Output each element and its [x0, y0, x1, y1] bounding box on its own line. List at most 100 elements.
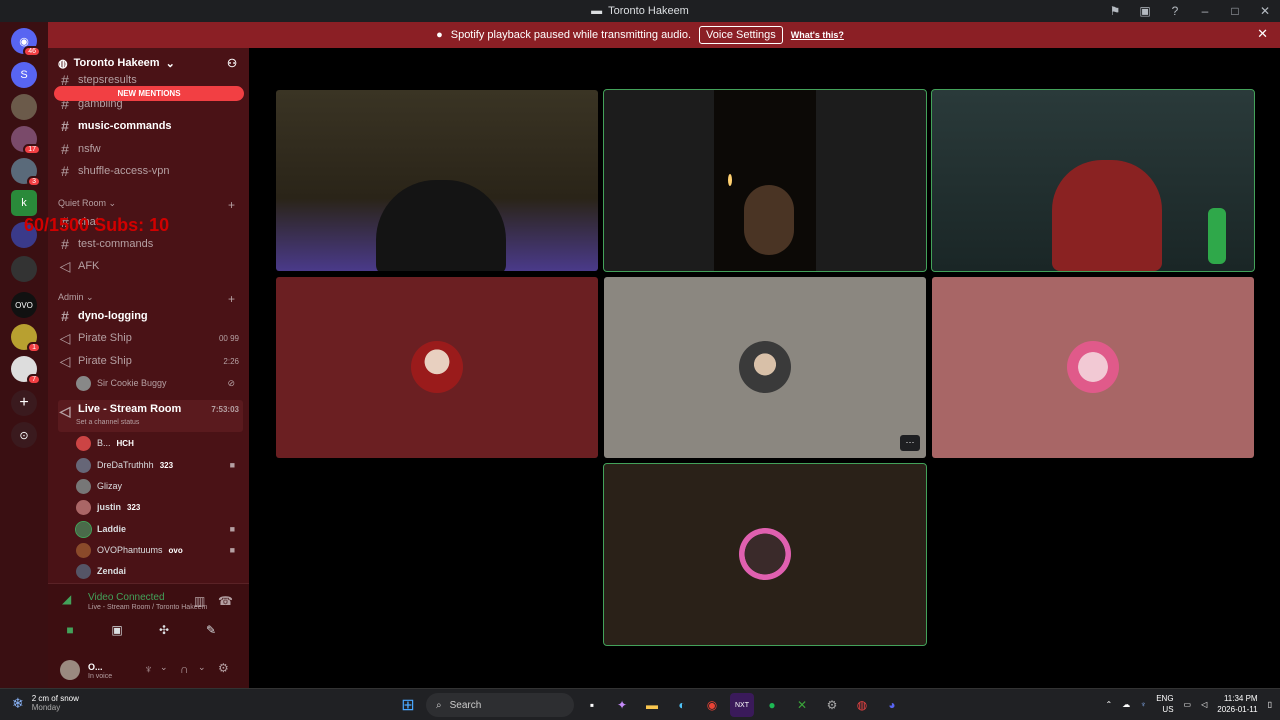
voice-user[interactable]: OVOPhantuums ovo ■	[76, 541, 241, 559]
edge-icon[interactable]: ◐	[670, 693, 694, 717]
add-server-icon[interactable]: +	[11, 390, 37, 416]
channel-item[interactable]: # shuffle-access-vpn	[58, 161, 243, 181]
copilot-icon[interactable]: ✦	[610, 693, 634, 717]
voice-user[interactable]: DreDaTruthhh 323 ■	[76, 456, 241, 474]
server-icon[interactable]	[11, 94, 37, 120]
add-channel-icon[interactable]: +	[228, 198, 235, 212]
video-tile[interactable]	[603, 463, 927, 646]
microphone-icon[interactable]: ♆	[1140, 700, 1146, 709]
voice-user[interactable]: Sir Cookie Buggy ⊘	[76, 374, 241, 392]
server-icon[interactable]: 1	[11, 324, 41, 353]
windows-taskbar: ❄ 2 cm of snow Monday ⊞ ⌕ Search ▪ ✦ ▬ ◐…	[0, 688, 1280, 720]
voice-user[interactable]: Zendai	[76, 562, 241, 580]
chevron-down-icon[interactable]: ⌄	[198, 662, 206, 673]
weather-widget[interactable]: ❄ 2 cm of snow Monday	[12, 694, 79, 712]
avatar[interactable]	[60, 660, 80, 680]
close-notice-icon[interactable]: ✕	[1257, 26, 1268, 42]
server-icon[interactable]: OVO	[11, 292, 37, 318]
channel-item[interactable]: # dyno-logging	[58, 306, 243, 326]
maximize-button[interactable]: □	[1220, 4, 1250, 18]
chrome-icon[interactable]: ◉	[700, 693, 724, 717]
voice-user[interactable]: B... HCH	[76, 434, 241, 452]
server-icon[interactable]: 17	[11, 126, 41, 155]
add-channel-icon[interactable]: +	[228, 292, 235, 306]
chevron-down-icon[interactable]: ⌄	[160, 662, 168, 673]
voice-channel-item[interactable]: ◁ Pirate Ship 00 99	[58, 328, 243, 348]
new-mentions-pill[interactable]: NEW MENTIONS	[54, 86, 244, 101]
minimize-button[interactable]: –	[1190, 4, 1220, 18]
server-badge: 3	[27, 176, 41, 187]
channel-item[interactable]: # test-commands	[58, 234, 243, 254]
video-camera-icon: ■	[229, 524, 235, 534]
home-button[interactable]: ◉ 46	[11, 28, 41, 57]
video-tile[interactable]	[276, 277, 598, 458]
participant-video	[376, 180, 506, 271]
video-camera-icon: ■	[229, 460, 235, 470]
screen-icon[interactable]: ▣	[1130, 4, 1160, 18]
app-icon[interactable]: ◍	[850, 693, 874, 717]
volume-icon[interactable]: ◁	[1201, 700, 1207, 709]
voice-channel-item[interactable]: ◁ AFK	[58, 256, 243, 276]
channel-status[interactable]: Set a channel status	[76, 419, 139, 426]
video-tile[interactable]	[603, 89, 927, 272]
video-tile[interactable]: ···	[604, 277, 926, 458]
category-quiet-room[interactable]: Quiet Room ⌄ +	[58, 198, 243, 212]
video-tile[interactable]	[932, 277, 1254, 458]
network-icon[interactable]: ▭	[1184, 700, 1192, 709]
whats-this-link[interactable]: What's this?	[791, 30, 844, 40]
add-member-icon[interactable]: ⚇	[227, 57, 237, 70]
hash-icon: #	[61, 236, 69, 252]
discord-icon[interactable]: ◕	[880, 693, 904, 717]
category-admin[interactable]: Admin ⌄ +	[58, 292, 243, 306]
microphone-icon[interactable]: ♆	[144, 662, 153, 676]
discover-icon[interactable]: ⊙	[11, 422, 37, 448]
help-icon[interactable]: ?	[1160, 4, 1190, 18]
notifications-icon[interactable]: ▯	[1268, 700, 1272, 709]
voice-status-subtitle[interactable]: Live - Stream Room / Toronto Hakeem	[88, 604, 207, 611]
file-explorer-icon[interactable]: ▬	[640, 693, 664, 717]
taskbar-search[interactable]: ⌕ Search	[426, 693, 574, 717]
server-icon[interactable]: S	[11, 62, 37, 88]
clock[interactable]: 11:34 PM 2026-01-11	[1217, 693, 1257, 715]
settings-icon[interactable]: ⚙	[820, 693, 844, 717]
soundboard-button[interactable]: ✎	[191, 618, 231, 642]
video-tile[interactable]	[276, 90, 598, 271]
video-tile[interactable]	[931, 89, 1255, 272]
candle-flame	[728, 174, 732, 186]
xbox-icon[interactable]: ✕	[790, 693, 814, 717]
start-button[interactable]: ⊞	[396, 693, 420, 717]
activities-button[interactable]: ✣	[144, 618, 184, 642]
channel-item[interactable]: # music-commands	[58, 116, 243, 136]
cloud-off-icon[interactable]: ☁	[1122, 700, 1130, 709]
close-window-button[interactable]: ✕	[1250, 4, 1280, 18]
server-icon[interactable]: 7	[11, 356, 41, 385]
connection-signal-icon[interactable]: ◢	[62, 592, 71, 606]
stream-overlay-text: 60/1500 Subs: 10	[24, 215, 170, 235]
channel-item[interactable]: # stepsresults	[58, 72, 243, 88]
voice-channel-active[interactable]: ◁ Live - Stream Room 7:53:03 Set a chann…	[58, 400, 243, 432]
more-options-button[interactable]: ···	[900, 435, 920, 451]
server-icon[interactable]	[11, 256, 37, 282]
voice-connection-panel: ◢ Video Connected Live - Stream Room / T…	[48, 583, 249, 688]
headphones-icon[interactable]: ∩	[180, 662, 189, 676]
channel-item[interactable]: # nsfw	[58, 139, 243, 159]
chevron-up-icon[interactable]: ⌃	[1106, 700, 1113, 709]
disconnect-icon[interactable]: ☎	[218, 594, 233, 608]
app-icon[interactable]: NXT	[730, 693, 754, 717]
language-indicator[interactable]: ENG US	[1156, 693, 1173, 715]
server-icon[interactable]: k	[11, 190, 37, 216]
spotify-icon[interactable]: ●	[760, 693, 784, 717]
voice-channel-item[interactable]: ◁ Pirate Ship 2:26	[58, 351, 243, 371]
task-view-icon[interactable]: ▪	[580, 693, 604, 717]
screen-share-button[interactable]: ▣	[97, 618, 137, 642]
inbox-icon[interactable]: ⚑	[1100, 4, 1130, 18]
voice-user[interactable]: Laddie ■	[75, 520, 241, 538]
camera-button[interactable]: ■	[50, 618, 90, 642]
gear-icon[interactable]: ⚙	[218, 661, 229, 675]
voice-settings-button[interactable]: Voice Settings	[699, 26, 783, 44]
voice-user[interactable]: Glizay	[76, 477, 241, 495]
video-grid: ···	[249, 48, 1280, 688]
voice-user[interactable]: justin 323	[76, 498, 241, 516]
server-icon[interactable]: 3	[11, 158, 41, 187]
noise-suppression-icon[interactable]: ▥	[194, 594, 205, 608]
